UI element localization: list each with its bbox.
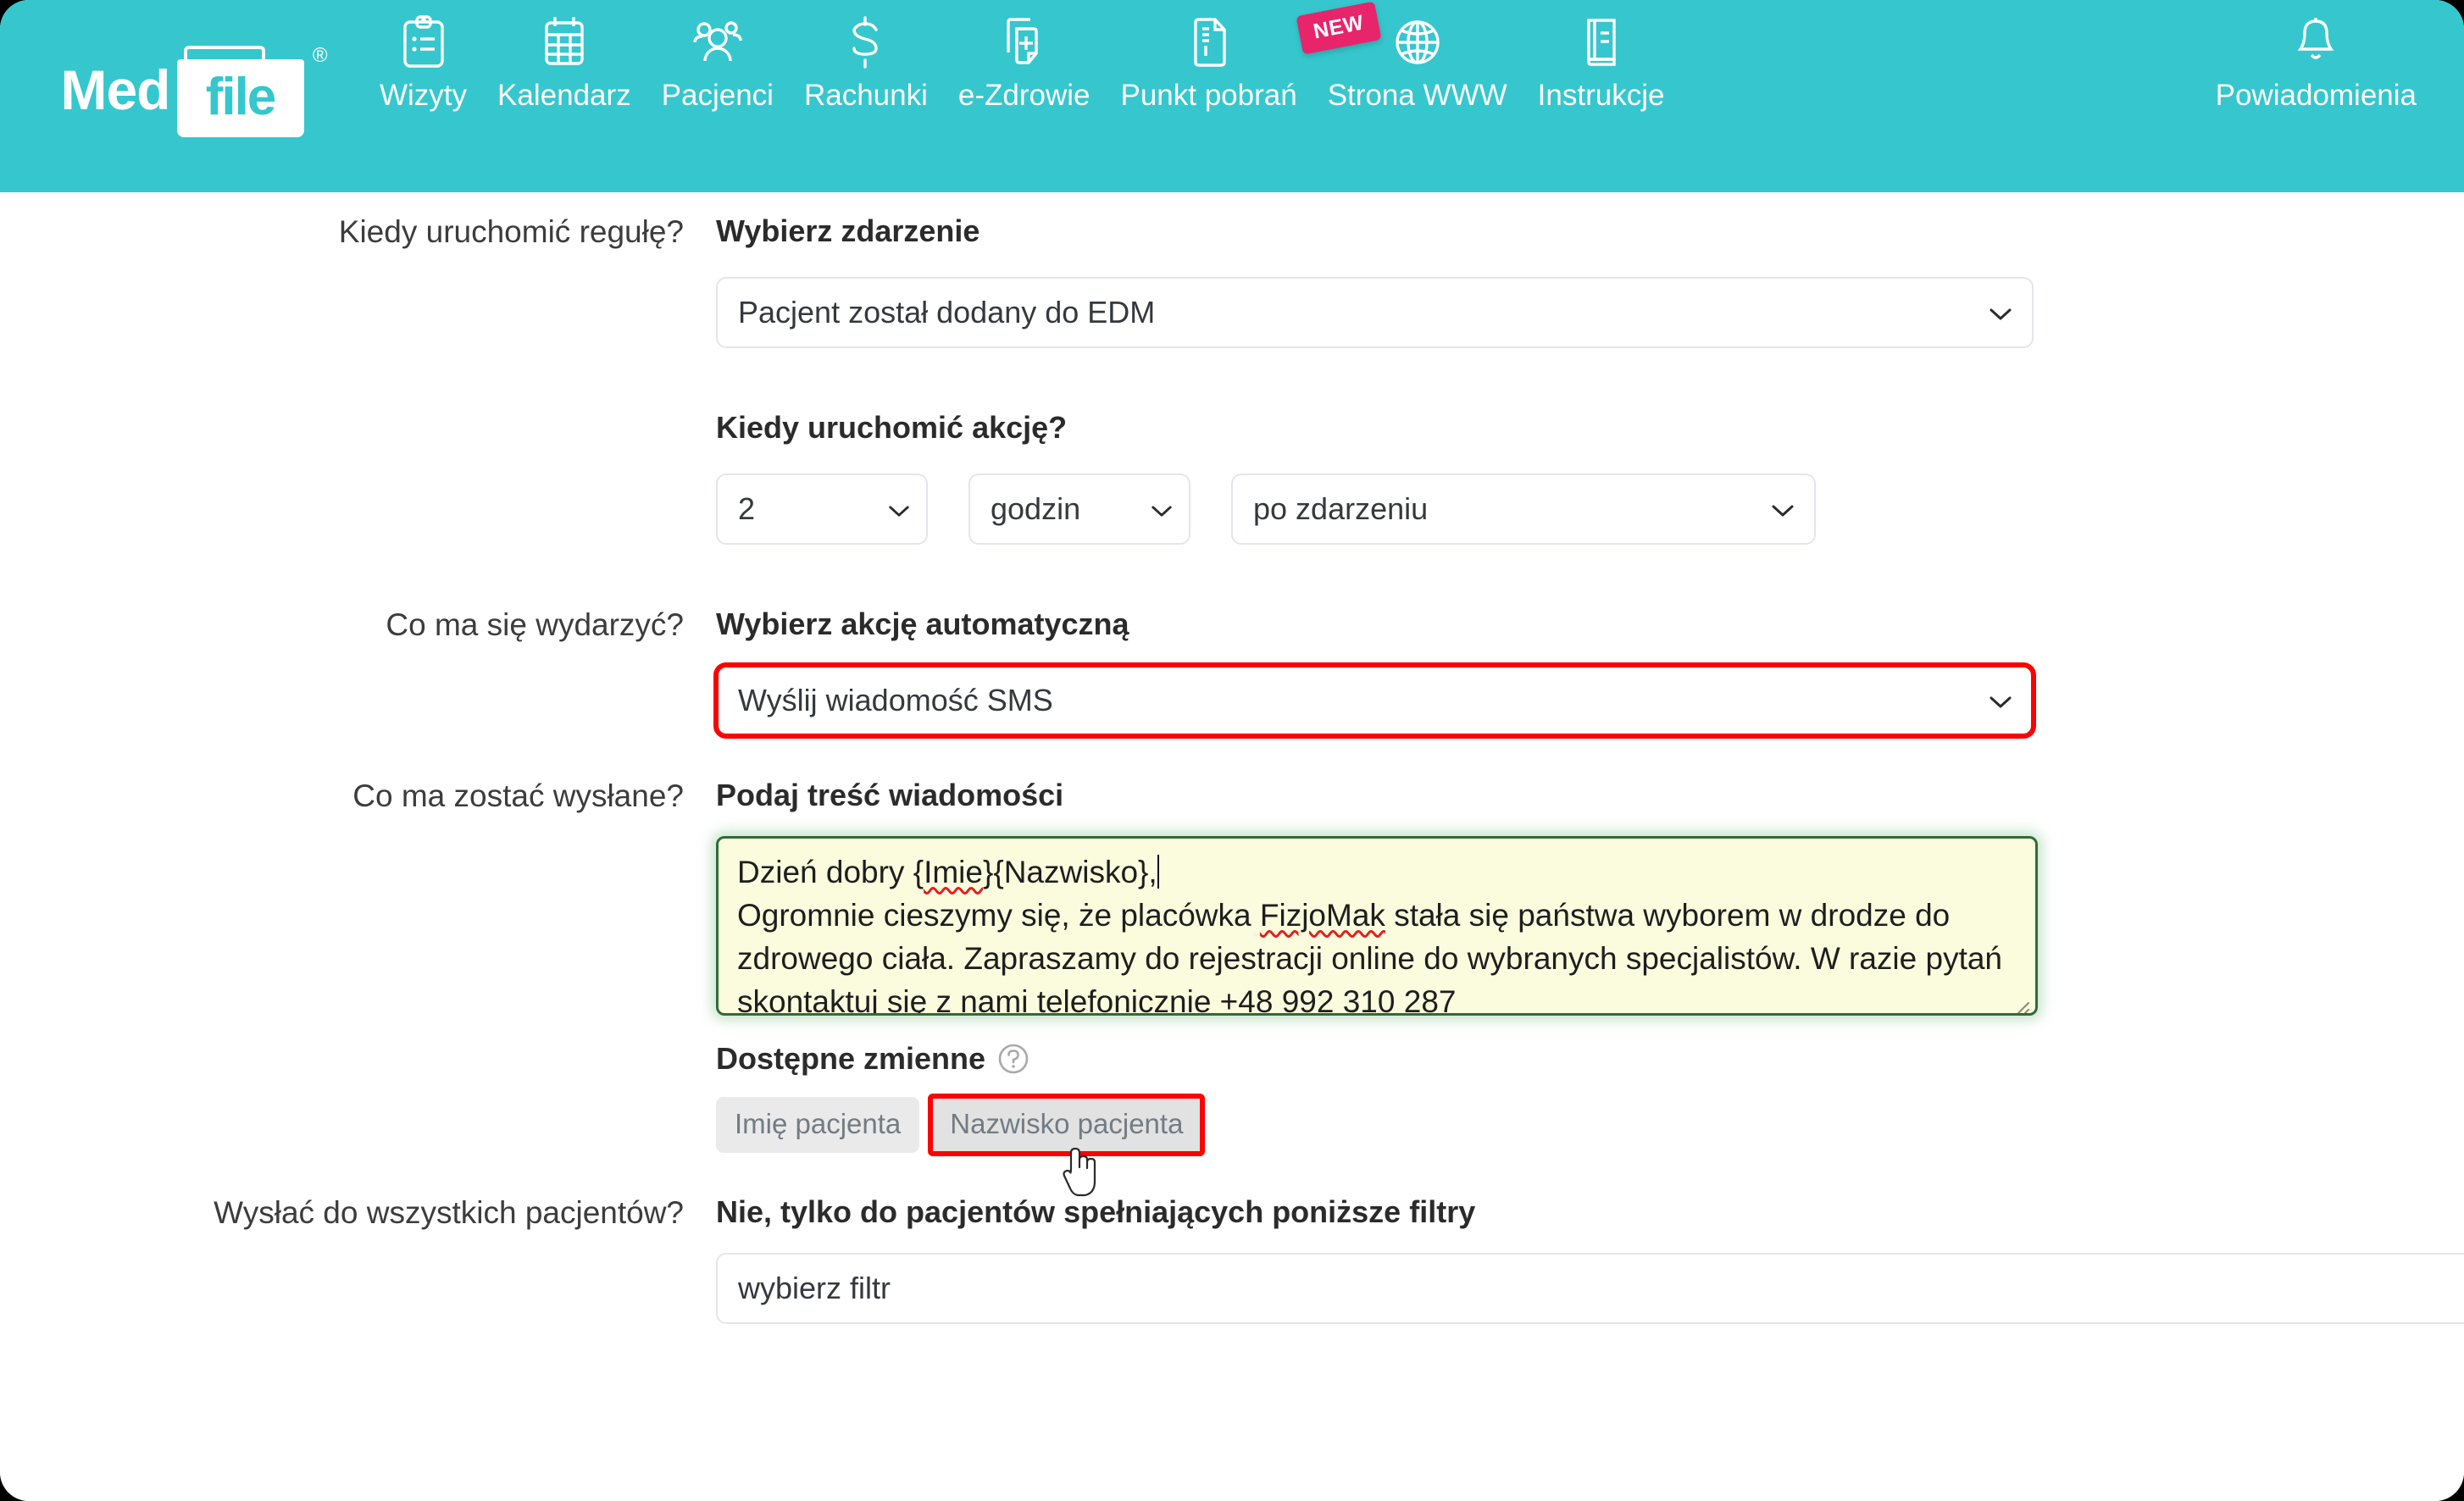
- chevron-down-icon: [1770, 491, 1795, 527]
- event-field-label: Wybierz zdarzenie: [716, 213, 980, 248]
- medical-document-icon: [996, 14, 1053, 71]
- filter-select[interactable]: wybierz filtr: [716, 1253, 2464, 1324]
- automation-rule-form: Kiedy uruchomić regułę? Wybierz zdarzeni…: [0, 192, 2464, 1501]
- nav-label-punkt-pobran: Punkt pobrań: [1120, 79, 1297, 112]
- lab-document-icon: [1180, 14, 1238, 71]
- action-select[interactable]: Wyślij wiadomość SMS: [713, 662, 2036, 739]
- timing-selects: 2 godzin po zdarzeniu: [716, 474, 2464, 545]
- top-navigation-bar: Med file ® Wizyty Kalendarz Pacjenci Rac…: [0, 0, 2464, 192]
- filter-select-value: wybierz filtr: [738, 1271, 891, 1305]
- recipients-row: Wysłać do wszystkich pacjentów? Nie, tyl…: [0, 1192, 2464, 1324]
- event-select-value: Pacjent został dodany do EDM: [738, 295, 1156, 330]
- action-field-label: Wybierz akcję automatyczną: [716, 606, 1129, 641]
- available-variables-label: Dostępne zmienne: [716, 1041, 2464, 1077]
- nav-label-wizyty: Wizyty: [380, 79, 468, 112]
- book-icon: [1573, 14, 1630, 71]
- message-body-line: Ogromnie cieszymy się, że placówka Fizjo…: [737, 894, 2017, 1013]
- brand-logo[interactable]: Med file ®: [0, 0, 364, 192]
- timing-relation-select[interactable]: po zdarzeniu: [1231, 474, 1816, 545]
- nav-item-rachunki[interactable]: Rachunki: [789, 14, 943, 114]
- greeting-suffix: },: [1138, 855, 1157, 889]
- nav-label-rachunki: Rachunki: [803, 79, 928, 112]
- timing-unit-value: godzin: [991, 491, 1081, 526]
- trigger-fields: Wybierz zdarzenie Pacjent został dodany …: [716, 211, 2464, 545]
- chevron-down-icon: [1988, 295, 2013, 330]
- nav-item-pacjenci[interactable]: Pacjenci: [647, 14, 789, 114]
- message-field-label: Podaj treść wiadomości: [716, 778, 1064, 812]
- help-icon[interactable]: [997, 1043, 1029, 1075]
- nav-item-ezdrowie[interactable]: e-Zdrowie: [943, 14, 1106, 114]
- message-greeting-line: Dzień dobry {Imie}{Nazwisko},: [737, 850, 2017, 894]
- registered-mark: ®: [312, 43, 328, 67]
- nav-items: Wizyty Kalendarz Pacjenci Rachunki e-Zdr…: [364, 0, 2464, 114]
- greeting-prefix: Dzień dobry {: [737, 855, 924, 889]
- message-textarea[interactable]: Dzień dobry {Imie}{Nazwisko}, Ogromnie c…: [716, 836, 2038, 1016]
- event-select[interactable]: Pacjent został dodany do EDM: [716, 277, 2034, 348]
- calendar-icon: [536, 14, 593, 71]
- variables-label-text: Dostępne zmienne: [716, 1041, 986, 1076]
- chevron-down-icon: [1150, 491, 1174, 527]
- nav-item-punkt-pobran[interactable]: Punkt pobrań: [1105, 14, 1312, 114]
- recipients-question: Wysłać do wszystkich pacjentów?: [214, 1195, 684, 1230]
- globe-icon: [1389, 14, 1446, 71]
- timing-amount-select[interactable]: 2: [716, 474, 928, 545]
- nav-item-wizyty[interactable]: Wizyty: [364, 14, 482, 114]
- bell-icon: [2287, 14, 2345, 71]
- timing-unit-select[interactable]: godzin: [968, 474, 1190, 545]
- nav-item-kalendarz[interactable]: Kalendarz: [482, 14, 647, 114]
- recipients-field-label: Nie, tylko do pacjentów spełniających po…: [716, 1194, 1476, 1229]
- chevron-down-icon: [887, 491, 911, 527]
- clipboard-icon: [395, 14, 452, 71]
- nav-label-powiadomienia: Powiadomienia: [2215, 79, 2417, 112]
- action-question: Co ma się wydarzyć?: [386, 607, 684, 642]
- nav-label-kalendarz: Kalendarz: [497, 79, 631, 112]
- timing-relation-value: po zdarzeniu: [1253, 491, 1429, 526]
- greeting-variable-nazwisko: Nazwisko: [1003, 855, 1139, 889]
- text-caret: [1157, 855, 1159, 889]
- greeting-mid: }{: [982, 855, 1004, 889]
- nav-label-strona-www: Strona WWW: [1327, 79, 1507, 112]
- patients-icon: [689, 14, 746, 71]
- nav-item-powiadomienia[interactable]: Powiadomienia: [2200, 14, 2464, 114]
- variable-chips: Imię pacjenta Nazwisko pacjenta: [716, 1094, 2464, 1197]
- trigger-row: Kiedy uruchomić regułę? Wybierz zdarzeni…: [0, 211, 2464, 545]
- nav-label-ezdrowie: e-Zdrowie: [957, 79, 1090, 112]
- chevron-down-icon: [1988, 683, 2013, 718]
- action-select-value: Wyślij wiadomość SMS: [738, 683, 1053, 717]
- chip-nazwisko-pacjenta[interactable]: Nazwisko pacjenta: [928, 1094, 1206, 1156]
- dollar-icon: [837, 14, 895, 71]
- logo-folder-icon: file: [176, 42, 304, 137]
- nav-label-pacjenci: Pacjenci: [661, 79, 774, 112]
- chip-imie-pacjenta[interactable]: Imię pacjenta: [716, 1097, 920, 1153]
- nav-item-instrukcje[interactable]: Instrukcje: [1523, 14, 1680, 114]
- message-row: Co ma zostać wysłane? Podaj treść wiadom…: [0, 775, 2464, 1197]
- timing-field-label: Kiedy uruchomić akcję?: [716, 410, 1068, 445]
- action-row: Co ma się wydarzyć? Wybierz akcję automa…: [0, 604, 2464, 739]
- logo-text-med: Med: [60, 58, 171, 121]
- trigger-question: Kiedy uruchomić regułę?: [338, 214, 684, 249]
- logo-text-file: file: [205, 67, 277, 126]
- body-part-1: Ogromnie cieszymy się, że placówka: [737, 898, 1260, 933]
- message-question: Co ma zostać wysłane?: [352, 778, 684, 813]
- greeting-variable-imie: Imie: [924, 855, 983, 889]
- body-clinic-name: FizjoMak: [1259, 898, 1385, 933]
- recipients-fields: Nie, tylko do pacjentów spełniających po…: [716, 1192, 2464, 1324]
- message-fields: Podaj treść wiadomości Dzień dobry {Imie…: [716, 775, 2464, 1197]
- chip-nazwisko-wrapper: Nazwisko pacjenta: [928, 1094, 1206, 1197]
- new-badge: NEW: [1296, 1, 1382, 55]
- action-fields: Wybierz akcję automatyczną Wyślij wiadom…: [713, 604, 2464, 739]
- app-window: Med file ® Wizyty Kalendarz Pacjenci Rac…: [0, 0, 2464, 1501]
- timing-amount-value: 2: [738, 491, 756, 526]
- nav-item-strona-www[interactable]: NEW Strona WWW: [1296, 1, 1523, 114]
- nav-label-instrukcje: Instrukcje: [1537, 79, 1665, 112]
